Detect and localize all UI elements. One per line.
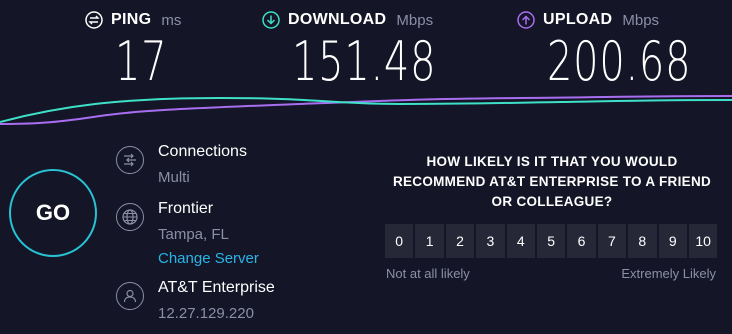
server-info: Frontier Tampa, FL Change Server [116, 199, 259, 269]
upload-value: 200.68 [547, 30, 692, 93]
download-arrow-icon [262, 11, 280, 29]
upload-header: UPLOAD Mbps [517, 8, 732, 32]
download-metric: DOWNLOAD Mbps 151.48 [262, 8, 487, 90]
scale-high-label: Extremely Likely [621, 266, 716, 281]
ping-label: PING [111, 11, 152, 28]
server-name: Frontier [158, 200, 214, 217]
change-server-link[interactable]: Change Server [158, 249, 259, 269]
connections-title: Connections [158, 143, 247, 160]
rating-scale: 0 1 2 3 4 5 6 7 8 9 10 [385, 224, 718, 258]
ping-icon [85, 11, 103, 29]
download-value: 151.48 [292, 30, 437, 93]
ping-header: PING ms [85, 8, 186, 32]
connections-info: Connections Multi [116, 142, 247, 188]
ping-metric: PING ms 17 [85, 8, 186, 90]
rating-option-8[interactable]: 8 [628, 224, 657, 258]
rating-option-0[interactable]: 0 [385, 224, 414, 258]
rating-option-3[interactable]: 3 [476, 224, 505, 258]
speed-graph [0, 95, 732, 125]
rating-option-1[interactable]: 1 [415, 224, 444, 258]
rating-option-7[interactable]: 7 [597, 224, 627, 258]
upload-arrow-icon [517, 11, 535, 29]
rating-option-10[interactable]: 10 [688, 224, 718, 258]
rating-option-9[interactable]: 9 [658, 224, 687, 258]
rating-option-4[interactable]: 4 [506, 224, 535, 258]
upload-label: UPLOAD [543, 11, 613, 28]
download-unit: Mbps [396, 11, 434, 29]
globe-icon [116, 203, 144, 231]
rating-option-6[interactable]: 6 [567, 224, 596, 258]
scale-low-label: Not at all likely [386, 266, 470, 281]
ping-unit: ms [161, 11, 182, 29]
connections-icon [116, 146, 144, 174]
isp-info: AT&T Enterprise 12.27.129.220 [116, 278, 275, 324]
download-label: DOWNLOAD [288, 11, 387, 28]
user-icon [116, 282, 144, 310]
upload-unit: Mbps [622, 11, 660, 29]
ping-value: 17 [115, 30, 168, 93]
survey-question: HOW LIKELY IS IT THAT YOU WOULD RECOMMEN… [392, 154, 712, 209]
upload-metric: UPLOAD Mbps 200.68 [517, 8, 732, 90]
isp-name: AT&T Enterprise [158, 279, 275, 296]
connections-value: Multi [158, 169, 190, 186]
download-header: DOWNLOAD Mbps [262, 8, 487, 32]
rating-option-2[interactable]: 2 [445, 224, 475, 258]
server-location: Tampa, FL [158, 226, 229, 243]
isp-ip: 12.27.129.220 [158, 305, 254, 322]
go-button[interactable]: GO [9, 169, 97, 257]
rating-option-5[interactable]: 5 [536, 224, 566, 258]
